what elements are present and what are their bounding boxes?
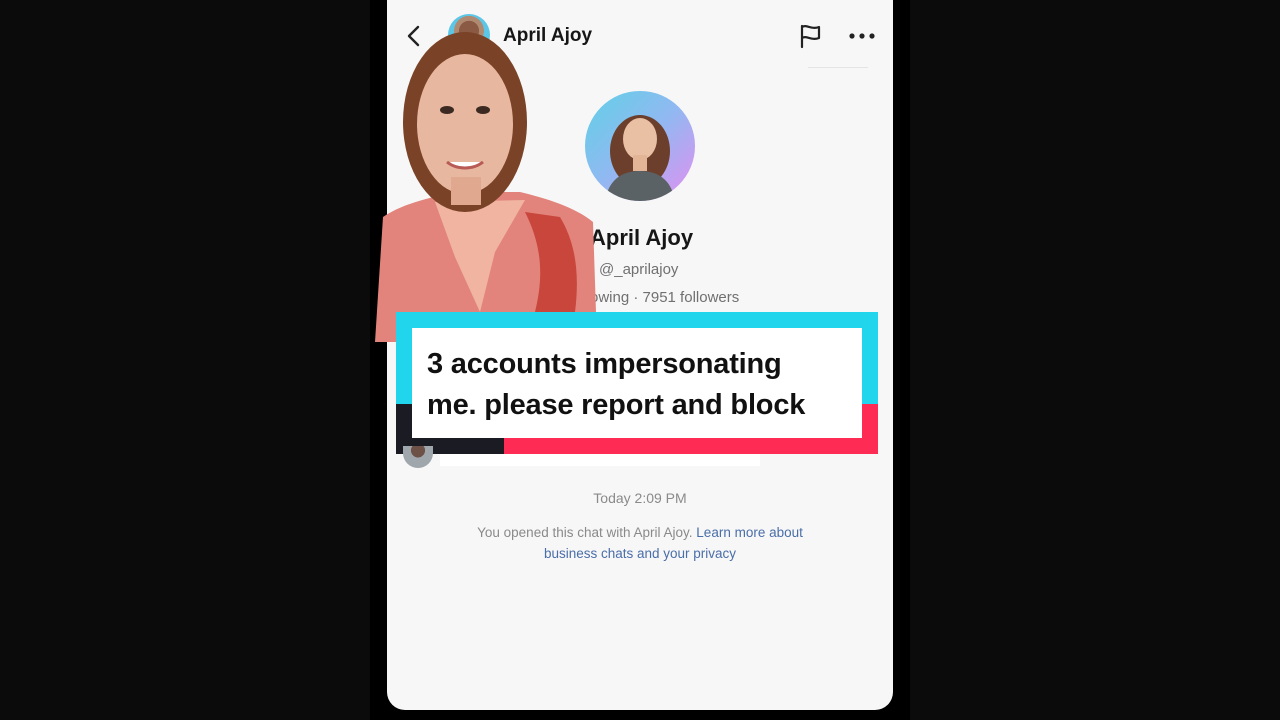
profile-photo [605, 115, 675, 201]
more-options-button[interactable] [846, 22, 878, 50]
header-divider [808, 67, 868, 68]
profile-stats: owing · 7951 followers [590, 289, 740, 306]
chat-timestamp: Today 2:09 PM [593, 490, 687, 506]
profile-handle: @_aprilajoy [599, 261, 679, 278]
chat-privacy-notice: You opened this chat with April Ajoy. Le… [452, 522, 828, 564]
caption-line-1: 3 accounts impersonating [427, 348, 782, 380]
report-button[interactable] [797, 22, 825, 50]
message-bubble [440, 454, 760, 466]
notice-text: You opened this chat with April Ajoy. [477, 525, 693, 540]
profile-avatar[interactable] [585, 91, 695, 201]
creator-overlay [375, 32, 597, 342]
caption-text: 3 accounts impersonating me. please repo… [427, 344, 857, 426]
more-horizontal-icon [849, 33, 875, 39]
caption-line-2: me. please report and block [427, 389, 806, 421]
flag-icon [800, 24, 821, 49]
profile-name: April Ajoy [590, 225, 694, 250]
